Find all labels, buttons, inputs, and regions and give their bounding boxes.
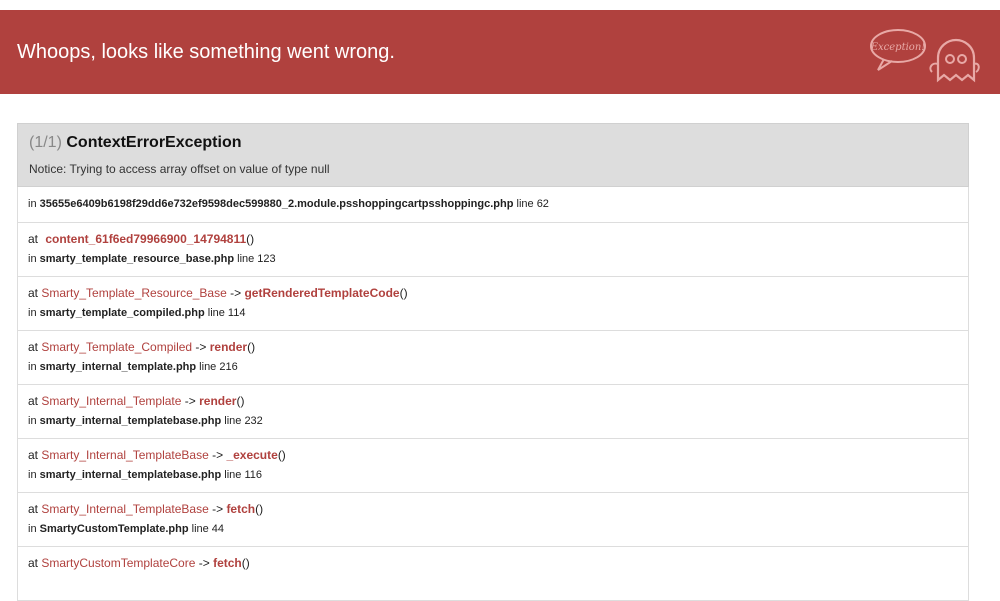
top-strip <box>0 0 1000 10</box>
in-prefix: in <box>28 469 40 481</box>
exception-ghost-logo: Exception! <box>870 29 980 83</box>
frame-arrow: -> <box>192 340 210 354</box>
frame-line: line 114 <box>204 307 246 319</box>
at-prefix: at <box>28 394 42 408</box>
in-prefix: in <box>28 198 40 210</box>
frame-line: line 216 <box>196 361 238 373</box>
frame-function: content_61f6ed79966900_14794811 <box>45 232 247 246</box>
stack-frame: in 35655e6409b6198f29dd6e732ef9598dec599… <box>17 187 969 223</box>
frame-parens: () <box>236 394 245 408</box>
stack-frame: at Smarty_Internal_TemplateBase -> fetch… <box>17 493 969 547</box>
frame-class: SmartyCustomTemplateCore <box>41 556 196 570</box>
at-prefix: at <box>28 502 42 516</box>
frame-class: Smarty_Template_Resource_Base <box>41 286 227 300</box>
in-prefix: in <box>28 253 40 265</box>
frame-arrow: -> <box>195 556 214 570</box>
at-prefix: at <box>28 448 42 462</box>
frame-function: fetch <box>226 502 256 516</box>
frame-file: smarty_internal_template.php <box>39 361 197 373</box>
frame-parens: () <box>255 502 264 516</box>
exception-message: Notice: Trying to access array offset on… <box>29 162 330 176</box>
at-prefix: at <box>28 286 42 300</box>
stack-frame: at Smarty_Template_Compiled -> render() … <box>17 331 969 385</box>
frame-line: line 123 <box>234 253 276 265</box>
frame-file: smarty_template_compiled.php <box>39 307 205 319</box>
frame-function: render <box>209 340 248 354</box>
frame-file: smarty_internal_templatebase.php <box>39 415 222 427</box>
exception-title: (1/1) ContextErrorException <box>29 134 957 152</box>
frame-class: Smarty_Internal_Template <box>41 394 182 408</box>
frame-line: line 44 <box>188 523 225 535</box>
frame-function: getRenderedTemplateCode <box>244 286 400 300</box>
frame-line: line 232 <box>221 415 263 427</box>
frame-line: line 116 <box>221 469 262 481</box>
in-prefix: in <box>28 415 40 427</box>
exception-count: (1/1) <box>29 134 62 151</box>
svg-text:Exception!: Exception! <box>870 42 926 53</box>
frame-class: Smarty_Internal_TemplateBase <box>41 502 209 516</box>
frame-arrow: -> <box>226 286 245 300</box>
exception-class: ContextErrorException <box>66 134 242 151</box>
frame-line: line 62 <box>513 198 549 210</box>
frame-file: 35655e6409b6198f29dd6e732ef9598dec599880… <box>39 198 514 210</box>
frame-class: Smarty_Template_Compiled <box>41 340 193 354</box>
in-prefix: in <box>28 307 40 319</box>
exception-header: (1/1) ContextErrorException Notice: Tryi… <box>17 123 969 187</box>
at-prefix: at <box>28 556 42 570</box>
in-prefix: in <box>28 523 40 535</box>
frame-class: Smarty_Internal_TemplateBase <box>41 448 209 462</box>
in-prefix: in <box>28 361 40 373</box>
page-title: Whoops, looks like something went wrong. <box>17 41 395 63</box>
at-prefix: at <box>28 340 42 354</box>
frame-parens: () <box>277 448 286 462</box>
frame-parens: () <box>399 286 408 300</box>
stack-frame: at SmartyCustomTemplateCore -> fetch() <box>17 547 969 601</box>
frame-file: smarty_template_resource_base.php <box>39 253 235 265</box>
frame-parens: () <box>247 340 256 354</box>
frame-arrow: -> <box>208 448 227 462</box>
stack-frame: at Smarty_Internal_TemplateBase -> _exec… <box>17 439 969 493</box>
frame-file: SmartyCustomTemplate.php <box>39 523 189 535</box>
at-prefix: at <box>28 232 42 246</box>
frame-arrow: -> <box>181 394 200 408</box>
stack-frame: at Smarty_Template_Resource_Base -> getR… <box>17 277 969 331</box>
exception-panel: (1/1) ContextErrorException Notice: Tryi… <box>17 123 969 601</box>
stack-frame: at content_61f6ed79966900_14794811() in … <box>17 223 969 277</box>
frame-parens: () <box>241 556 250 570</box>
frame-file: smarty_internal_templatebase.php <box>39 469 222 481</box>
frame-function: render <box>199 394 237 408</box>
frame-arrow: -> <box>208 502 227 516</box>
frame-parens: () <box>246 232 255 246</box>
stack-frame: at Smarty_Internal_Template -> render() … <box>17 385 969 439</box>
error-header: Whoops, looks like something went wrong.… <box>0 10 1000 94</box>
frame-function: _execute <box>226 448 278 462</box>
frame-function: fetch <box>213 556 242 570</box>
stack-trace: in 35655e6409b6198f29dd6e732ef9598dec599… <box>17 187 969 601</box>
